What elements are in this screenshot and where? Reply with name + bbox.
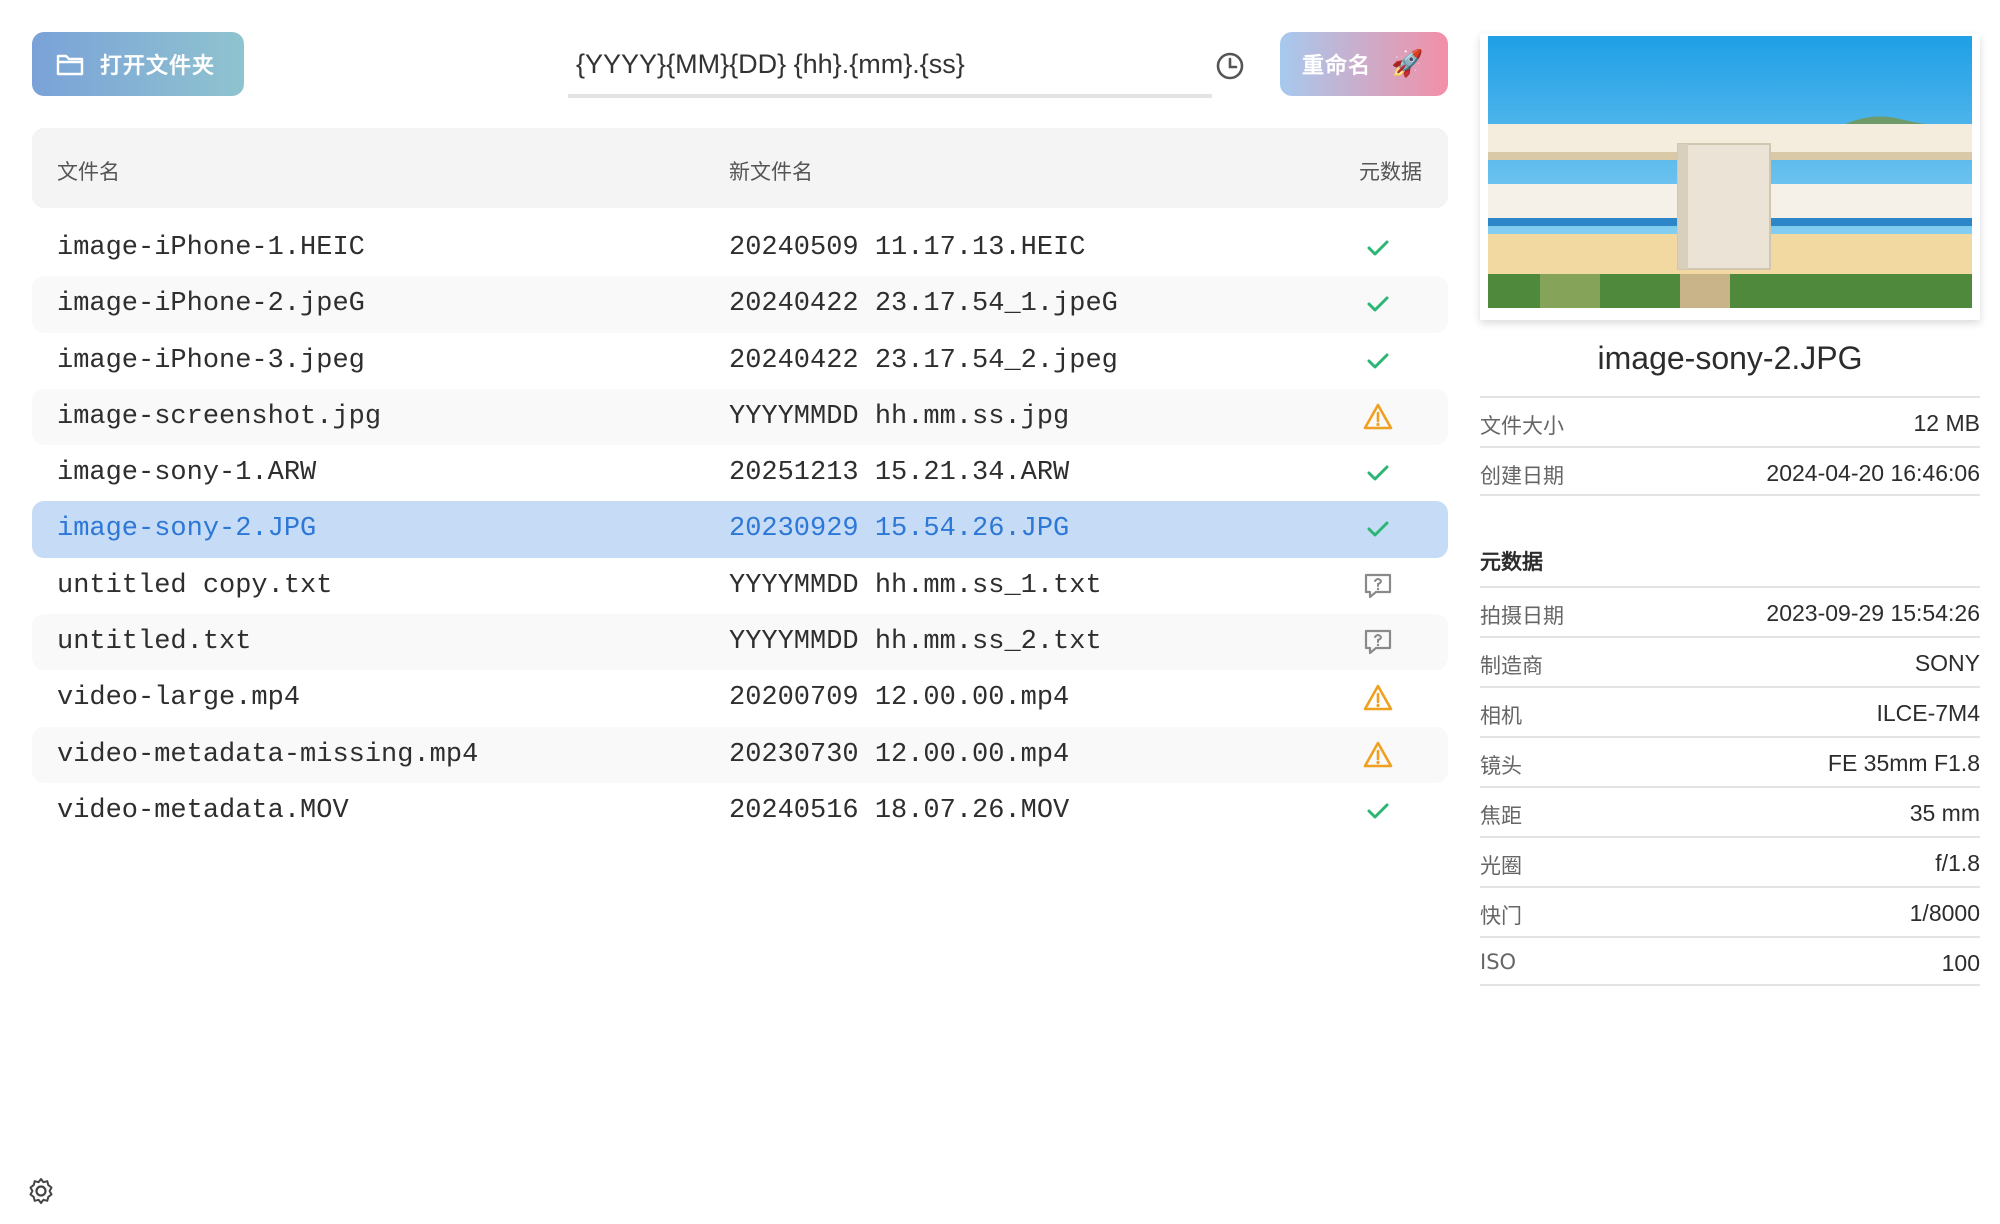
info-value: 12 MB [1913, 410, 1980, 436]
history-button[interactable] [1212, 48, 1248, 84]
info-row: 光圈 f/1.8 [1480, 836, 1980, 886]
table-row[interactable]: untitled copy.txt YYYYMMDD hh.mm.ss_1.txt [32, 558, 1448, 614]
file-list: image-iPhone-1.HEIC 20240509 11.17.13.HEI… [32, 220, 1448, 839]
table-row[interactable]: untitled.txt YYYYMMDD hh.mm.ss_2.txt [32, 614, 1448, 671]
pattern-field [568, 36, 1212, 98]
file-name-cell: image-sony-2.JPG [57, 514, 317, 545]
new-file-name-cell: 20230929 15.54.26.JPG [729, 514, 1070, 545]
info-key: 快门 [1480, 904, 1522, 928]
new-file-name-cell: YYYYMMDD hh.mm.ss.jpg [729, 401, 1070, 432]
table-row[interactable]: video-metadata-missing.mp4 20230730 12.00… [32, 726, 1448, 783]
table-row[interactable]: image-sony-1.ARW 20251213 15.21.34.ARW [32, 445, 1448, 501]
info-key: ISO [1480, 950, 1517, 974]
rename-label: 重命名 [1302, 54, 1372, 79]
info-value: SONY [1914, 650, 1980, 676]
gear-icon [29, 1178, 53, 1204]
file-name-cell: image-iPhone-1.HEIC [57, 233, 365, 263]
info-row: 文件大小 12 MB [1480, 396, 1980, 446]
info-row: 焦距 35 mm [1480, 786, 1980, 836]
rename-pattern-input[interactable] [568, 36, 1212, 92]
info-row: 镜头 FE 35mm F1.8 [1480, 736, 1980, 786]
preview-file-name: image-sony-2.JPG [1597, 340, 1863, 376]
new-file-name-cell: 20240509 11.17.13.HEIC [729, 233, 1086, 263]
info-row: 相机 ILCE-7M4 [1480, 686, 1980, 736]
info-row: 创建日期 2024-04-20 16:46:06 [1480, 446, 1980, 496]
file-name-cell: untitled.txt [57, 627, 252, 658]
info-row: 制造商 SONY [1480, 636, 1980, 686]
new-file-name-cell: 20230730 12.00.00.mp4 [729, 739, 1070, 770]
info-key: 制造商 [1480, 654, 1543, 678]
open-folder-button[interactable]: 打开文件夹 [32, 32, 244, 96]
app-window: 打开文件夹 重命名 🚀 文件名 新文件名 元数据 image-iPhone-1.… [0, 0, 2000, 1224]
new-file-name-cell: 20240516 18.07.26.MOV [729, 795, 1070, 826]
check-icon[interactable] [1362, 457, 1394, 489]
info-value: 100 [1941, 950, 1980, 976]
info-value: ILCE-7M4 [1876, 700, 1980, 726]
check-icon[interactable] [1362, 513, 1394, 545]
info-row: 快门 1/8000 [1480, 886, 1980, 936]
table-row[interactable]: image-sony-2.JPG 20230929 15.54.26.JPG [32, 501, 1448, 558]
info-value: FE 35mm F1.8 [1827, 750, 1980, 776]
info-key: 相机 [1480, 704, 1522, 728]
settings-button[interactable] [26, 1176, 56, 1206]
file-info-list: 文件大小 12 MB 创建日期 2024-04-20 16:46:06 [1480, 396, 1980, 496]
clock-icon [1216, 52, 1244, 80]
info-value: 35 mm [1909, 800, 1980, 826]
info-key: 创建日期 [1480, 464, 1564, 488]
table-header: 文件名 新文件名 元数据 [32, 128, 1448, 208]
file-name-cell: image-sony-1.ARW [57, 458, 317, 489]
warning-icon[interactable] [1362, 739, 1394, 771]
metadata-list: 拍摄日期 2023-09-29 15:54:26 制造商 SONY 相机 ILCE-7M4… [1480, 586, 1980, 986]
info-value: 2023-09-29 15:54:26 [1766, 600, 1980, 626]
warning-icon[interactable] [1362, 682, 1394, 714]
column-header-name[interactable]: 文件名 [57, 156, 120, 186]
check-icon[interactable] [1362, 345, 1394, 377]
check-icon[interactable] [1362, 232, 1394, 264]
table-row[interactable]: image-iPhone-1.HEIC 20240509 11.17.13.HEI… [32, 220, 1448, 276]
open-folder-label: 打开文件夹 [100, 54, 216, 79]
info-row: ISO 100 [1480, 936, 1980, 986]
info-key: 拍摄日期 [1480, 604, 1564, 628]
file-name-cell: video-large.mp4 [57, 683, 301, 714]
warning-icon[interactable] [1362, 401, 1394, 433]
table-row[interactable]: image-iPhone-3.jpeg 20240422 23.17.54_2.j… [32, 333, 1448, 389]
info-key: 光圈 [1480, 854, 1522, 878]
metadata-section-title: 元数据 [1480, 550, 1543, 574]
new-file-name-cell: 20240422 23.17.54_2.jpeg [729, 345, 1118, 376]
table-row[interactable]: video-large.mp4 20200709 12.00.00.mp4 [32, 670, 1448, 726]
rocket-icon: 🚀 [1391, 49, 1425, 79]
check-icon[interactable] [1362, 795, 1394, 827]
file-name-cell: video-metadata-missing.mp4 [57, 739, 479, 770]
question-icon[interactable] [1362, 626, 1394, 658]
rename-button[interactable]: 重命名 🚀 [1280, 32, 1448, 96]
info-value: 2024-04-20 16:46:06 [1766, 460, 1980, 486]
image-preview [1480, 34, 1980, 320]
info-value: f/1.8 [1935, 850, 1980, 876]
file-name-cell: image-screenshot.jpg [57, 401, 382, 432]
check-icon[interactable] [1362, 288, 1394, 320]
file-name-cell: video-metadata.MOV [57, 795, 349, 826]
new-file-name-cell: YYYYMMDD hh.mm.ss_2.txt [729, 627, 1102, 658]
new-file-name-cell: YYYYMMDD hh.mm.ss_1.txt [729, 570, 1102, 601]
folder-icon [56, 54, 84, 76]
info-row: 拍摄日期 2023-09-29 15:54:26 [1480, 586, 1980, 636]
file-name-cell: image-iPhone-3.jpeg [57, 345, 365, 376]
info-key: 镜头 [1480, 754, 1522, 778]
new-file-name-cell: 20200709 12.00.00.mp4 [729, 683, 1070, 714]
question-icon[interactable] [1362, 570, 1394, 602]
table-row[interactable]: video-metadata.MOV 20240516 18.07.26.MOV [32, 783, 1448, 839]
column-header-new-name[interactable]: 新文件名 [729, 156, 813, 186]
info-key: 焦距 [1480, 804, 1522, 828]
file-name-cell: image-iPhone-2.jpeG [57, 289, 365, 320]
info-key: 文件大小 [1480, 414, 1564, 438]
table-row[interactable]: image-iPhone-2.jpeG 20240422 23.17.54_1.j… [32, 276, 1448, 333]
file-name-cell: untitled copy.txt [57, 570, 333, 601]
info-value: 1/8000 [1909, 900, 1980, 926]
column-header-metadata[interactable]: 元数据 [1359, 156, 1422, 186]
new-file-name-cell: 20240422 23.17.54_1.jpeG [729, 289, 1118, 320]
table-row[interactable]: image-screenshot.jpg YYYYMMDD hh.mm.ss.jp… [32, 388, 1448, 446]
new-file-name-cell: 20251213 15.21.34.ARW [729, 458, 1070, 489]
